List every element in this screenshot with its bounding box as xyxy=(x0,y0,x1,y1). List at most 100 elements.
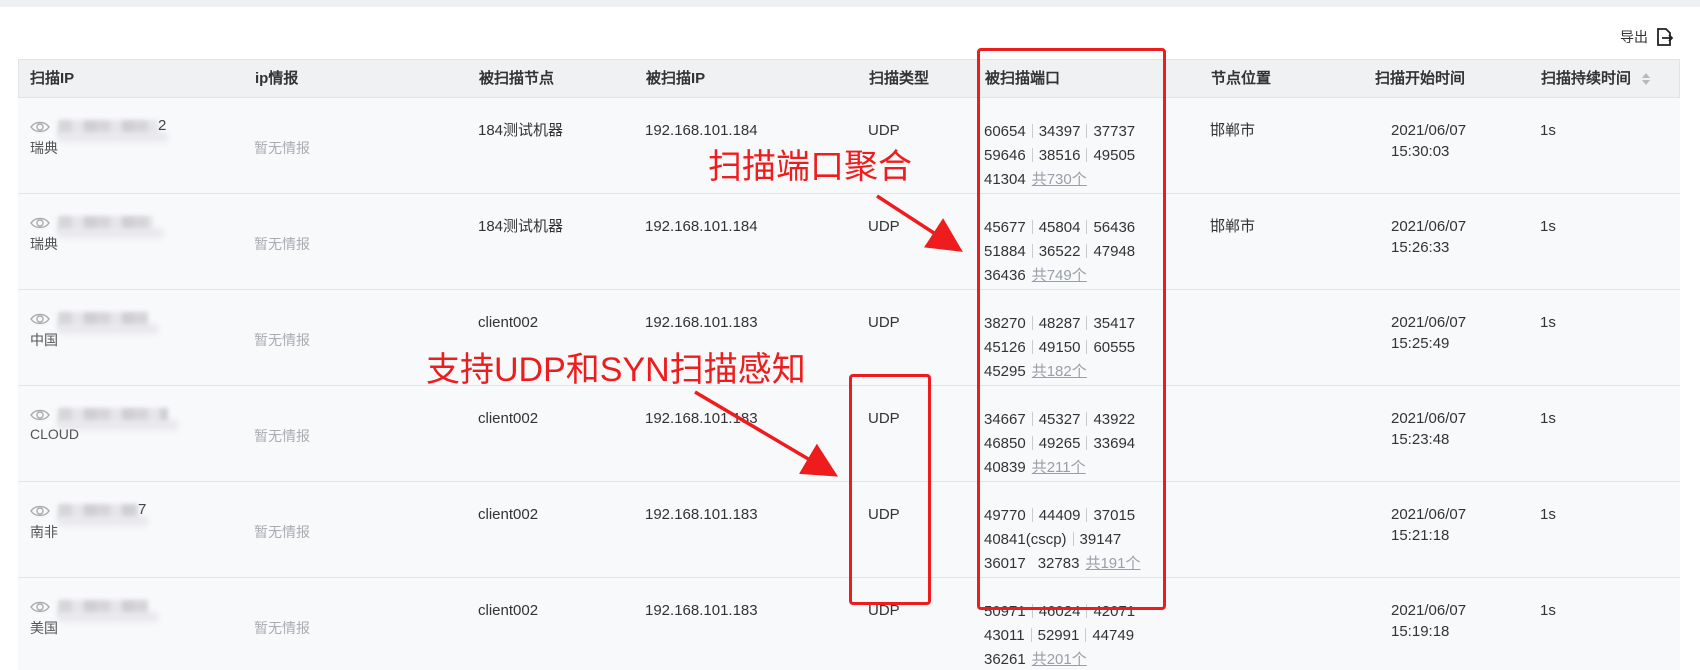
ports-line: 36261 共201个 xyxy=(984,648,1174,670)
port-separator xyxy=(1030,628,1032,642)
scanned-node-value: client002 xyxy=(478,602,539,619)
ports-highlight-box xyxy=(977,48,1166,610)
redacted-region xyxy=(58,132,168,142)
redacted-region xyxy=(58,516,148,526)
scanned-node-value: client002 xyxy=(478,506,539,523)
header-scan-type: 扫描类型 xyxy=(869,70,930,87)
header-scan-duration-label: 扫描持续时间 xyxy=(1541,70,1632,87)
scanned-node-value: 184测试机器 xyxy=(478,218,564,235)
scan-date: 2021/06/07 xyxy=(1391,602,1467,619)
port-separator xyxy=(1085,628,1087,642)
scan-time: 15:26:33 xyxy=(1391,239,1450,256)
scanned-node-value: client002 xyxy=(478,314,539,331)
node-location-value: 邯郸市 xyxy=(1210,218,1256,235)
node-location-value: 邯郸市 xyxy=(1210,122,1256,139)
scanned-node-value: client002 xyxy=(478,410,539,427)
header-scanned-ip: 被扫描IP xyxy=(646,70,706,87)
scan-duration-value: 1s xyxy=(1540,506,1556,523)
scan-time: 15:21:18 xyxy=(1391,527,1450,544)
port-number: 52991 xyxy=(1037,627,1080,644)
scan-type-value: UDP xyxy=(868,314,900,331)
ip-intel-value: 暂无情报 xyxy=(254,140,310,156)
scan-ip-cell: CLOUD xyxy=(30,400,230,460)
ip-intel-value: 暂无情报 xyxy=(254,428,310,444)
scan-ip-cell: 2 瑞典 xyxy=(30,112,230,172)
table-row[interactable]: 中国 暂无情报 client002 192.168.101.183 UDP 38270 48… xyxy=(18,290,1680,386)
scan-date: 2021/06/07 xyxy=(1391,314,1467,331)
ports-total-link[interactable]: 共201个 xyxy=(1032,651,1087,668)
header-scan-ip: 扫描IP xyxy=(30,70,75,87)
header-scan-duration[interactable]: 扫描持续时间 xyxy=(1541,60,1651,97)
ip-country: 瑞典 xyxy=(30,140,58,156)
scan-duration-value: 1s xyxy=(1540,602,1556,619)
export-button[interactable]: 导出 xyxy=(1620,27,1674,47)
ip-suffix: 7 xyxy=(138,501,147,518)
udp-highlight-box xyxy=(849,374,931,605)
header-scanned-node: 被扫描节点 xyxy=(479,70,555,87)
scan-duration-value: 1s xyxy=(1540,314,1556,331)
ip-intel-value: 暂无情报 xyxy=(254,332,310,348)
header-scan-start-time: 扫描开始时间 xyxy=(1375,70,1466,87)
scan-time: 15:19:18 xyxy=(1391,623,1450,640)
ports-line: 43011 52991 44749 xyxy=(984,624,1174,648)
scanned-ip-value: 192.168.101.183 xyxy=(645,506,758,523)
port-number: 43011 xyxy=(984,627,1025,644)
sort-icon[interactable] xyxy=(1641,72,1651,86)
scan-date: 2021/06/07 xyxy=(1391,506,1467,523)
scan-date: 2021/06/07 xyxy=(1391,122,1467,139)
scan-ip-cell: 美国 xyxy=(30,592,230,652)
scan-start-time-value: 2021/06/07 15:23:48 xyxy=(1391,408,1466,450)
ip-intel-value: 暂无情报 xyxy=(254,236,310,252)
ip-country: 瑞典 xyxy=(30,236,58,252)
port-number: 44749 xyxy=(1092,627,1135,644)
scan-log-panel: 导出 扫描IP ip情报 被扫描节点 被扫描IP 扫描类型 被扫描端口 节点位置… xyxy=(0,7,1700,670)
scan-time: 15:30:03 xyxy=(1391,143,1450,160)
port-number: 36261 xyxy=(984,651,1026,668)
export-icon xyxy=(1657,28,1674,46)
scan-time: 15:25:49 xyxy=(1391,335,1450,352)
eye-icon[interactable] xyxy=(30,600,50,614)
header-ip-intel: ip情报 xyxy=(255,70,299,87)
header-node-location: 节点位置 xyxy=(1211,70,1272,87)
table-header: 扫描IP ip情报 被扫描节点 被扫描IP 扫描类型 被扫描端口 节点位置 扫描… xyxy=(18,59,1680,98)
scan-type-value: UDP xyxy=(868,218,900,235)
scan-ip-cell: 中国 xyxy=(30,304,230,364)
redacted-region xyxy=(58,612,158,622)
ip-suffix: 2 xyxy=(158,117,167,134)
scanned-ip-value: 192.168.101.183 xyxy=(645,314,758,331)
scan-date: 2021/06/07 xyxy=(1391,218,1467,235)
scan-duration-value: 1s xyxy=(1540,410,1556,427)
scan-ip-cell: 瑞典 xyxy=(30,208,230,268)
scan-start-time-value: 2021/06/07 15:30:03 xyxy=(1391,120,1466,162)
udp-syn-annotation: 支持UDP和SYN扫描感知 xyxy=(426,351,806,389)
scanned-node-value: 184测试机器 xyxy=(478,122,564,139)
scan-ip-cell: 7 南非 xyxy=(30,496,230,556)
ip-country: 南非 xyxy=(30,524,58,540)
eye-icon[interactable] xyxy=(30,216,50,230)
ip-country: CLOUD xyxy=(30,426,80,442)
eye-icon[interactable] xyxy=(30,408,50,422)
scan-duration-value: 1s xyxy=(1540,218,1556,235)
scanned-ip-value: 192.168.101.183 xyxy=(645,602,758,619)
ip-country: 中国 xyxy=(30,332,58,348)
table-row[interactable]: 瑞典 暂无情报 184测试机器 192.168.101.184 UDP 45677 4580… xyxy=(18,194,1680,290)
eye-icon[interactable] xyxy=(30,504,50,518)
scan-start-time-value: 2021/06/07 15:21:18 xyxy=(1391,504,1466,546)
scan-start-time-value: 2021/06/07 15:19:18 xyxy=(1391,600,1466,642)
ip-country: 美国 xyxy=(30,620,58,636)
ip-intel-value: 暂无情报 xyxy=(254,620,310,636)
eye-icon[interactable] xyxy=(30,120,50,134)
scanned-ip-value: 192.168.101.184 xyxy=(645,122,758,139)
port-aggregation-annotation: 扫描端口聚合 xyxy=(708,148,912,186)
redacted-region xyxy=(58,324,158,334)
ip-intel-value: 暂无情报 xyxy=(254,524,310,540)
scanned-ip-value: 192.168.101.184 xyxy=(645,218,758,235)
eye-icon[interactable] xyxy=(30,312,50,326)
scan-type-value: UDP xyxy=(868,122,900,139)
scan-start-time-value: 2021/06/07 15:25:49 xyxy=(1391,312,1466,354)
scanned-ports-cell: 50971 46024 42071 43011 52991 44749 36261 共201个 xyxy=(984,600,1174,670)
scanned-ip-value: 192.168.101.183 xyxy=(645,410,758,427)
export-label: 导出 xyxy=(1620,29,1648,45)
scan-duration-value: 1s xyxy=(1540,122,1556,139)
scan-start-time-value: 2021/06/07 15:26:33 xyxy=(1391,216,1466,258)
